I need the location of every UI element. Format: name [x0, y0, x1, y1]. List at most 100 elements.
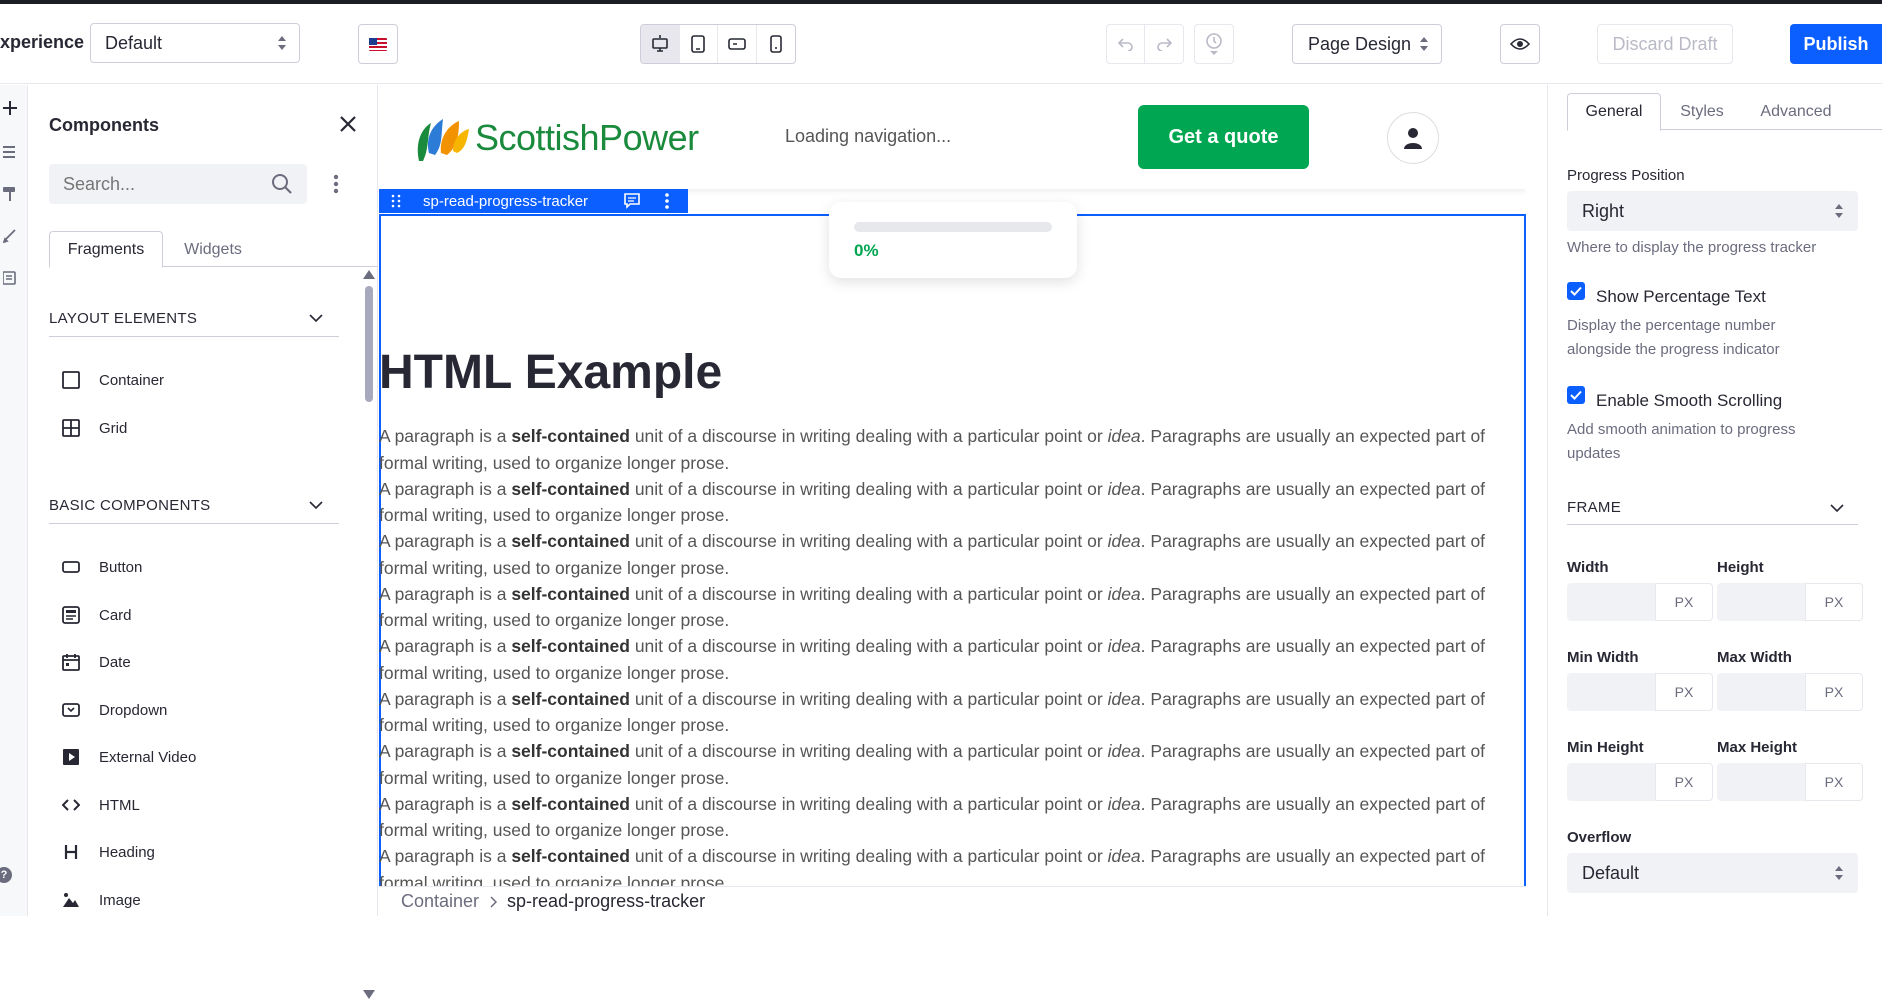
site-header: ScottishPower Loading navigation... Get … — [379, 85, 1526, 189]
configuration-panel: General Styles Advanced Progress Positio… — [1547, 85, 1882, 916]
breadcrumb-item-current[interactable]: sp-read-progress-tracker — [507, 891, 705, 912]
paragraph-italic-text: idea — [1107, 531, 1141, 551]
panel-options-button[interactable] — [326, 172, 346, 196]
paragraph-list: A paragraph is a self-contained unit of … — [379, 423, 1489, 896]
search-icon[interactable] — [271, 173, 293, 195]
height-field[interactable]: PX — [1717, 583, 1863, 621]
tab-general[interactable]: General — [1567, 93, 1661, 131]
user-account-button[interactable] — [1387, 112, 1439, 164]
discard-draft-button[interactable]: Discard Draft — [1597, 24, 1733, 64]
min-width-input[interactable] — [1567, 673, 1655, 711]
section-basic-components[interactable]: BASIC COMPONENTS — [49, 488, 339, 524]
html-example-heading: HTML Example — [379, 346, 723, 399]
undo-button[interactable] — [1107, 25, 1146, 63]
preview-button[interactable] — [1500, 24, 1540, 64]
page-design-select[interactable]: Page Design — [1292, 24, 1442, 64]
component-html[interactable]: HTML — [61, 791, 140, 819]
close-icon[interactable] — [336, 112, 360, 136]
portrait-viewport-button[interactable] — [757, 25, 795, 63]
min-height-input[interactable] — [1567, 763, 1655, 801]
width-input[interactable] — [1567, 583, 1655, 621]
components-tabs: Fragments Widgets — [49, 231, 378, 268]
paragraph-italic-text: idea — [1107, 741, 1141, 761]
scottishpower-logo[interactable]: ScottishPower — [413, 113, 699, 163]
calendar-icon — [61, 652, 81, 672]
paragraph-bold-text: self-contained — [511, 478, 630, 499]
show-percentage-label[interactable]: Show Percentage Text — [1596, 287, 1766, 307]
experience-select-value: Default — [105, 32, 163, 53]
smooth-scrolling-checkbox[interactable] — [1567, 386, 1585, 404]
add-components-rail-button[interactable] — [0, 97, 20, 119]
contents-rail-button[interactable] — [0, 267, 20, 289]
unit-label: PX — [1655, 763, 1713, 801]
panel-scrollbar[interactable] — [361, 270, 375, 999]
paragraph: A paragraph is a self-contained unit of … — [379, 478, 1486, 526]
help-icon[interactable]: ? — [0, 867, 12, 883]
component-grid[interactable]: Grid — [61, 414, 127, 442]
component-date[interactable]: Date — [61, 648, 131, 676]
experience-label: xperience — [0, 32, 85, 52]
landscape-viewport-button[interactable] — [718, 25, 757, 63]
page-design-rail-button[interactable] — [0, 183, 20, 205]
min-width-field[interactable]: PX — [1567, 673, 1713, 711]
publish-button[interactable]: Publish — [1790, 24, 1882, 64]
frame-section-header[interactable]: FRAME — [1567, 491, 1858, 525]
width-field[interactable]: PX — [1567, 583, 1713, 621]
min-height-field[interactable]: PX — [1567, 763, 1713, 801]
max-width-label: Max Width — [1717, 649, 1792, 666]
width-label: Width — [1567, 559, 1609, 576]
max-height-input[interactable] — [1717, 763, 1805, 801]
comment-icon[interactable] — [624, 193, 640, 209]
desktop-icon — [651, 35, 668, 52]
panel-scroll-thumb[interactable] — [365, 286, 373, 402]
overflow-select[interactable]: Default — [1567, 853, 1858, 893]
comments-rail-button[interactable] — [0, 225, 20, 247]
experience-select[interactable]: Default — [90, 23, 300, 63]
smooth-scrolling-label[interactable]: Enable Smooth Scrolling — [1596, 391, 1782, 411]
component-container[interactable]: Container — [61, 366, 164, 394]
desktop-viewport-button[interactable] — [641, 25, 680, 63]
height-input[interactable] — [1717, 583, 1805, 621]
browser-rail-button[interactable] — [0, 141, 20, 163]
component-card[interactable]: Card — [61, 601, 132, 629]
paragraph: A paragraph is a self-contained unit of … — [379, 688, 1486, 736]
max-height-field[interactable]: PX — [1717, 763, 1863, 801]
language-flag-button[interactable] — [358, 24, 398, 64]
chevron-right-icon — [490, 895, 498, 908]
progress-position-select[interactable]: Right — [1567, 191, 1858, 231]
fragment-topper[interactable]: sp-read-progress-tracker — [379, 189, 688, 213]
get-a-quote-button[interactable]: Get a quote — [1138, 105, 1309, 169]
max-width-input[interactable] — [1717, 673, 1805, 711]
paragraph-bold-text: self-contained — [511, 793, 630, 814]
component-dropdown[interactable]: Dropdown — [61, 696, 167, 724]
unit-label: PX — [1805, 583, 1863, 621]
history-clock-icon — [1206, 33, 1222, 55]
chevron-down-icon — [1830, 504, 1844, 513]
list-icon — [3, 146, 15, 158]
kebab-icon[interactable] — [664, 192, 670, 210]
component-heading[interactable]: Heading — [61, 838, 155, 866]
heading-icon — [61, 842, 81, 862]
viewport-selector — [640, 24, 796, 64]
progress-bar-track — [854, 222, 1052, 232]
tablet-viewport-button[interactable] — [680, 25, 718, 63]
breadcrumb-item-container[interactable]: Container — [401, 891, 479, 912]
plus-icon — [3, 101, 17, 115]
history-button[interactable] — [1194, 24, 1234, 64]
tab-styles[interactable]: Styles — [1661, 93, 1743, 131]
search-input[interactable] — [49, 164, 259, 204]
component-button[interactable]: Button — [61, 553, 142, 581]
paragraph-bold-text: self-contained — [511, 636, 630, 656]
tab-advanced[interactable]: Advanced — [1743, 93, 1849, 131]
redo-button[interactable] — [1145, 25, 1183, 63]
max-width-field[interactable]: PX — [1717, 673, 1863, 711]
section-layout-elements[interactable]: LAYOUT ELEMENTS — [49, 301, 339, 337]
grid-icon — [61, 418, 81, 438]
unit-label: PX — [1655, 673, 1713, 711]
drag-handle-icon[interactable] — [391, 194, 401, 208]
tab-widgets[interactable]: Widgets — [163, 231, 263, 268]
show-percentage-checkbox[interactable] — [1567, 282, 1585, 300]
tab-fragments[interactable]: Fragments — [49, 231, 163, 268]
component-external-video[interactable]: External Video — [61, 743, 196, 771]
component-image[interactable]: Image — [61, 886, 141, 914]
